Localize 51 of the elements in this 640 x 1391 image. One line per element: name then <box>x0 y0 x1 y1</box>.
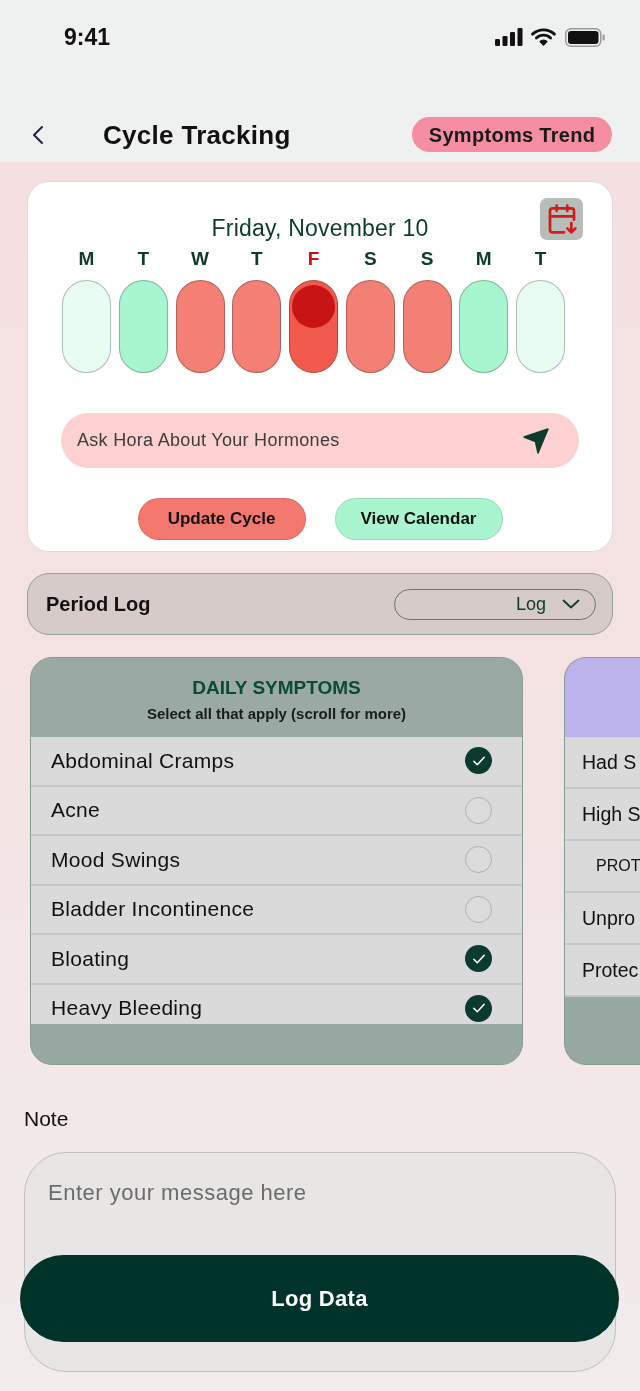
update-cycle-button[interactable]: Update Cycle <box>137 498 306 540</box>
chevron-down-icon <box>562 599 580 609</box>
option-label: Unpro <box>582 906 636 930</box>
card-title: DAILY SYMPTOMS <box>192 676 361 699</box>
checkbox[interactable] <box>465 945 492 973</box>
day-letter: S <box>363 248 377 270</box>
checkmark-icon <box>472 953 485 964</box>
navigation-arrow-icon[interactable] <box>523 427 549 454</box>
checkmark-icon <box>472 1003 485 1014</box>
symptoms-trend-button[interactable]: Symptoms Trend <box>412 117 612 152</box>
day-letter: T <box>250 248 263 270</box>
period-log-title: Period Log <box>46 592 151 617</box>
symptom-label: Heavy Bleeding <box>51 996 203 1021</box>
note-field[interactable]: Enter your message here <box>25 1153 615 1255</box>
checkmark-icon <box>472 755 485 766</box>
checkbox[interactable] <box>465 994 492 1022</box>
day-pill[interactable] <box>289 280 338 373</box>
symptom-label: Bloating <box>51 946 130 971</box>
day-letter: T <box>534 248 547 270</box>
checkbox[interactable] <box>465 895 492 923</box>
ask-bar[interactable]: Ask Hora About Your Hormones <box>61 413 579 468</box>
checkbox[interactable] <box>465 846 492 874</box>
wifi-icon <box>531 28 556 46</box>
option-label: High S <box>582 802 640 826</box>
status-time: 9:41 <box>64 22 111 52</box>
page-title: Cycle Tracking <box>103 119 291 150</box>
day-letter: S <box>420 248 434 270</box>
day-letter: W <box>191 248 209 270</box>
day-letter: T <box>137 248 150 270</box>
circle-marker-icon <box>292 285 335 328</box>
checkbox[interactable] <box>465 747 492 775</box>
section-label: PROT <box>596 856 640 876</box>
option-label: Had S <box>582 750 637 774</box>
symptom-label: Mood Swings <box>51 847 181 872</box>
symptom-label: Abdominal Cramps <box>51 748 235 773</box>
checkbox[interactable] <box>465 796 492 824</box>
day-letter: M <box>78 248 95 270</box>
view-calendar-button[interactable]: View Calendar <box>334 498 503 540</box>
day-letter: M <box>475 248 492 270</box>
card-subtitle: Select all that apply (scroll for more) <box>146 705 407 723</box>
log-data-button[interactable]: Log Data <box>20 1255 619 1342</box>
battery-icon <box>565 27 605 47</box>
symptom-label: Bladder Incontinence <box>51 897 255 922</box>
day-letter: F <box>307 248 320 270</box>
signal-icon <box>495 28 523 46</box>
note-label: Note <box>24 1107 70 1131</box>
back-icon[interactable] <box>32 124 44 145</box>
symptom-label: Acne <box>51 798 101 823</box>
date-heading: Friday, November 10 <box>211 215 429 241</box>
ask-field[interactable]: Ask Hora About Your Hormones <box>77 427 523 454</box>
option-label: Protec <box>582 958 639 982</box>
